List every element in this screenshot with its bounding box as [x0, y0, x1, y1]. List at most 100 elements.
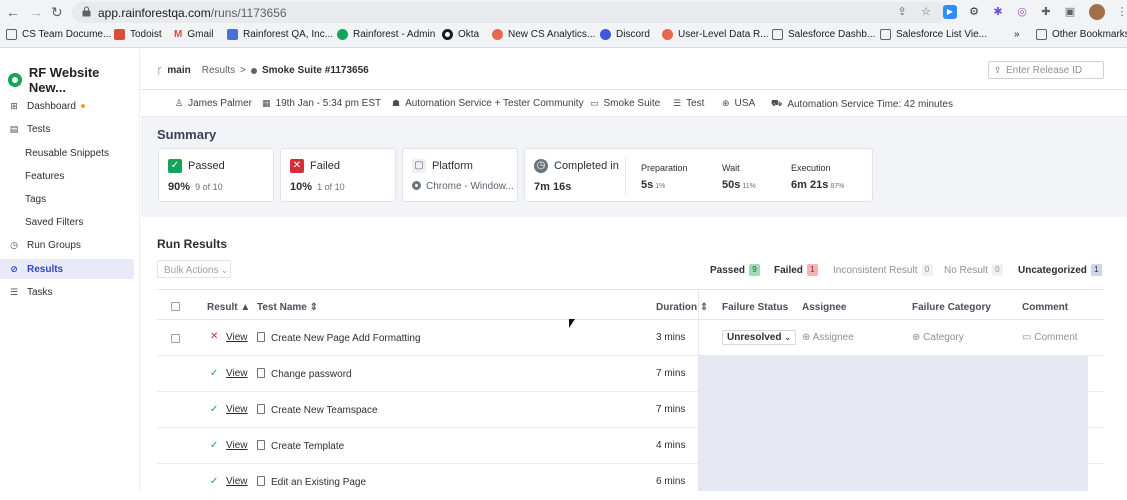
sidebar-item-dashboard[interactable]: ⊞ Dashboard: [0, 96, 134, 116]
document-icon: [257, 476, 265, 486]
sidebar-item-run-groups[interactable]: ◷ Run Groups: [0, 235, 134, 255]
meta-region: ⊕ USA: [722, 98, 756, 109]
passed-card[interactable]: ✓ Passed 90% 9 of 10: [158, 148, 274, 202]
select-all-checkbox[interactable]: [171, 302, 180, 311]
meta-env: ☰ Test: [673, 98, 705, 109]
sidebar-item-tags[interactable]: Tags: [0, 189, 134, 209]
address-bar[interactable]: app.rainforestqa.com/runs/1173656: [72, 2, 947, 23]
sidebar-item-tasks[interactable]: ☰ Tasks: [0, 282, 134, 302]
clock-icon: ◷: [10, 240, 18, 250]
car-icon: ⛟: [771, 98, 783, 108]
filter-failed[interactable]: Failed 1: [774, 264, 818, 276]
sidebar-item-saved-filters[interactable]: Saved Filters: [0, 212, 134, 232]
menu-icon[interactable]: ⋮: [1115, 5, 1127, 19]
bulk-actions-dropdown[interactable]: Bulk Actions ⌄: [157, 260, 231, 278]
bookmark-item[interactable]: Salesforce Dashb...: [772, 29, 875, 40]
puzzle-icon[interactable]: ✚: [1039, 5, 1053, 19]
back-icon[interactable]: ←: [6, 4, 20, 20]
check-icon: ✓: [168, 159, 182, 173]
card-divider: [625, 157, 626, 195]
branch-name[interactable]: main: [167, 65, 190, 76]
tests-icon: ▤: [9, 124, 19, 134]
filter-passed[interactable]: Passed 9: [710, 264, 761, 276]
crumb-results[interactable]: Results: [202, 65, 235, 76]
release-id-placeholder: Enter Release ID: [1006, 65, 1083, 76]
category-picker[interactable]: ⊕ Category: [912, 332, 964, 343]
mouse-cursor-icon: [569, 319, 575, 328]
platform-card[interactable]: ▢ Platform Chrome - Window...: [402, 148, 518, 202]
bookmark-item[interactable]: Todoist: [114, 29, 162, 40]
filter-inconsistent[interactable]: Inconsistent Result 0: [833, 264, 933, 276]
wait-stat: Wait 50s 11%: [722, 163, 756, 191]
star-icon[interactable]: ☆: [919, 5, 933, 19]
row-checkbox[interactable]: [171, 334, 180, 343]
table-header: Result ▲ Test Name ⇕ Duration ⇕ Failure …: [157, 289, 1104, 320]
filter-no-result[interactable]: No Result 0: [944, 264, 1003, 276]
sidebar-item-results[interactable]: ⊘ Results: [0, 259, 134, 279]
test-name: Create Template: [271, 441, 345, 452]
view-link[interactable]: View: [226, 476, 248, 487]
folder-icon: [772, 29, 783, 40]
duration: 6 mins: [656, 476, 686, 487]
run-results-title: Run Results: [157, 237, 228, 251]
comment-button[interactable]: ▭ Comment: [1022, 332, 1078, 343]
document-icon: [257, 332, 265, 342]
document-icon: [257, 440, 265, 450]
other-bookmarks[interactable]: Other Bookmarks: [1036, 29, 1127, 40]
filter-uncategorized[interactable]: Uncategorized 1: [1018, 264, 1102, 276]
bookmark-item[interactable]: Salesforce List Vie...: [880, 29, 987, 40]
bookmark-item[interactable]: Discord: [600, 29, 650, 40]
profile-avatar[interactable]: [1089, 4, 1105, 20]
col-result[interactable]: Result ▲: [207, 302, 250, 313]
bookmark-item[interactable]: Okta: [442, 29, 479, 40]
suite-title: Smoke Suite #1173656: [261, 65, 369, 76]
folder-icon: [880, 29, 891, 40]
failure-status-dropdown[interactable]: Unresolved ⌄: [722, 330, 796, 345]
folder-icon: [1036, 29, 1047, 40]
zoom-extension-icon[interactable]: ▶: [943, 5, 957, 19]
sidepanel-icon[interactable]: ▣: [1063, 5, 1077, 19]
bookmark-item[interactable]: User-Level Data R...: [662, 29, 769, 40]
view-link[interactable]: View: [226, 440, 248, 451]
col-test-name[interactable]: Test Name ⇕: [257, 302, 318, 313]
duration: 7 mins: [656, 368, 686, 379]
document-icon: [257, 404, 265, 414]
bookmark-item[interactable]: M Gmail: [174, 29, 213, 40]
test-name: Create New Teamspace: [271, 405, 378, 416]
okta-icon: [442, 29, 453, 40]
record-extension-icon[interactable]: ◎: [1015, 5, 1029, 19]
more-bookmarks[interactable]: »: [1014, 29, 1020, 40]
sidebar-item-tests[interactable]: ▤ Tests: [0, 119, 134, 139]
test-name: Change password: [271, 369, 352, 380]
reload-icon[interactable]: ↻: [51, 4, 63, 20]
release-id-input[interactable]: ⇪ Enter Release ID: [988, 61, 1104, 79]
app-brand[interactable]: RF Website New...: [8, 65, 139, 95]
gear-extension-icon[interactable]: ⚙: [967, 5, 981, 19]
sidebar: RF Website New... ⊞ Dashboard ▤ Tests Reus…: [0, 49, 140, 491]
col-failure-category: Failure Category: [912, 302, 991, 313]
assignee-picker[interactable]: ⊕ Assignee: [802, 332, 854, 343]
col-duration[interactable]: Duration ⇕: [656, 302, 708, 313]
bookmark-item[interactable]: Rainforest - Admin: [337, 29, 435, 40]
bookmark-item[interactable]: New CS Analytics...: [492, 29, 595, 40]
view-link[interactable]: View: [226, 368, 248, 379]
share-icon[interactable]: ⇪: [895, 5, 909, 19]
sidebar-item-features[interactable]: Features: [0, 166, 134, 186]
notification-dot: [80, 104, 85, 108]
calendar-icon: ▦: [262, 98, 271, 108]
view-link[interactable]: View: [226, 404, 248, 415]
bookmark-item[interactable]: CS Team Docume...: [6, 29, 111, 40]
table-row[interactable]: ✕ View Create New Page Add Formatting 3 …: [157, 320, 1104, 356]
view-link[interactable]: View: [226, 332, 248, 343]
bug-extension-icon[interactable]: ✱: [991, 5, 1005, 19]
test-name: Edit an Existing Page: [271, 477, 367, 488]
forward-icon[interactable]: →: [29, 4, 43, 20]
failure-details-placeholder: [698, 356, 1088, 491]
failed-card[interactable]: ✕ Failed 10% 1 of 10: [280, 148, 396, 202]
bookmark-item[interactable]: Rainforest QA, Inc...: [227, 29, 333, 40]
sidebar-item-reusable-snippets[interactable]: Reusable Snippets: [0, 143, 134, 163]
duration: 4 mins: [656, 440, 686, 451]
duration: 3 mins: [656, 332, 686, 343]
rainforest-icon: [227, 29, 238, 40]
dashboard-icon: ⊞: [10, 101, 18, 111]
